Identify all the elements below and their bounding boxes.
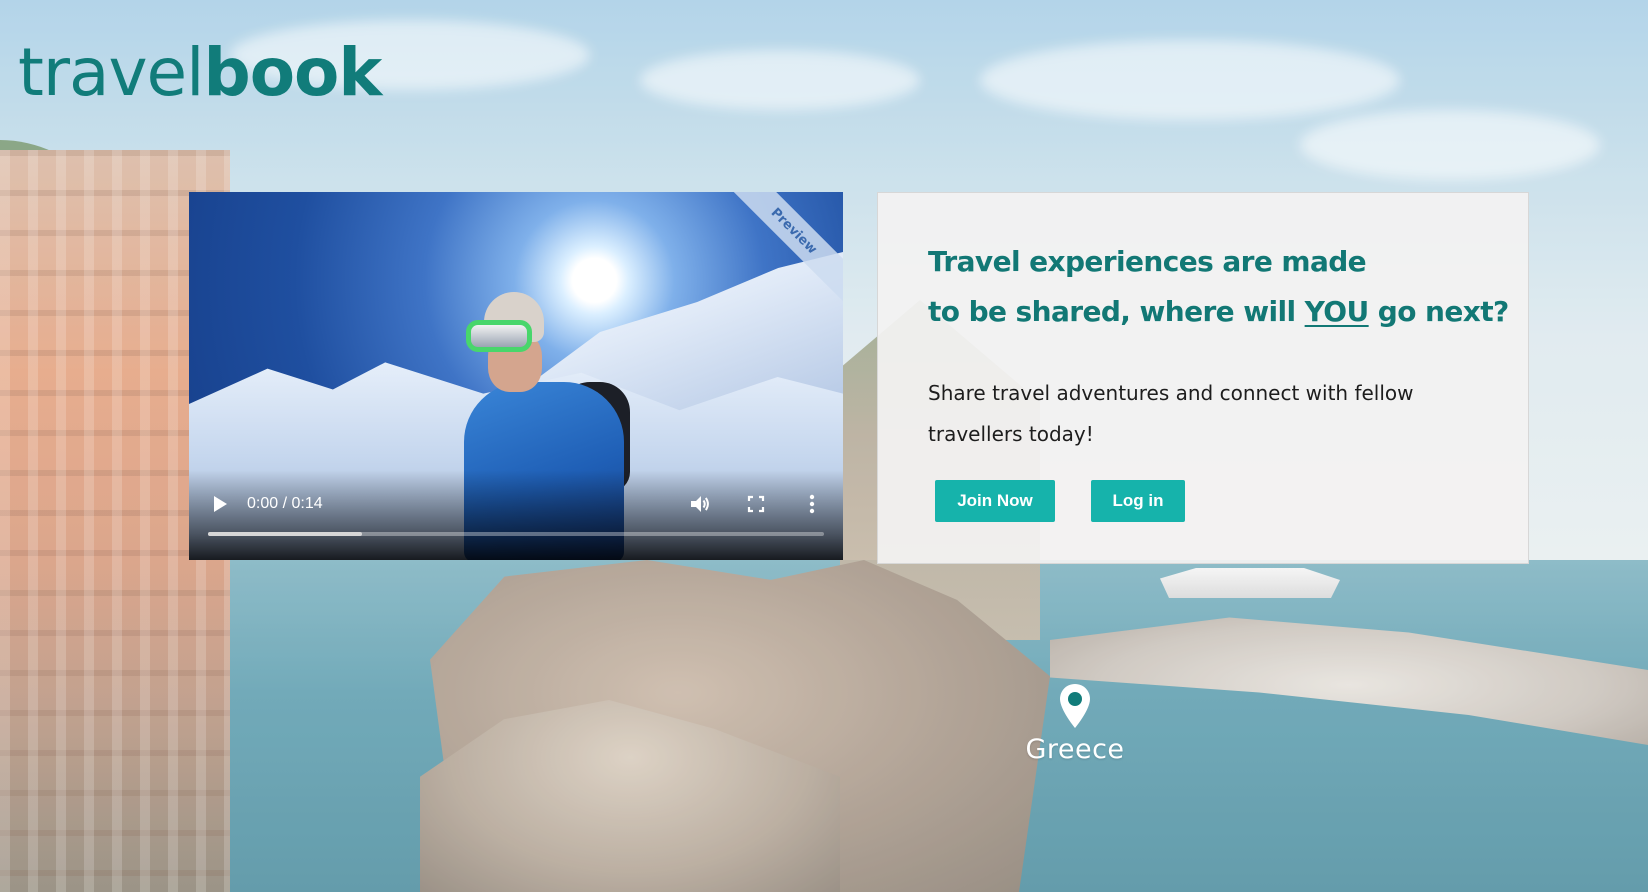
fullscreen-icon[interactable] [743,491,769,517]
headline-emphasis: YOU [1304,295,1370,328]
video-player[interactable]: Preview 0:00 / 0:14 [189,192,843,560]
video-time: 0:00 / 0:14 [247,495,323,512]
play-icon[interactable] [207,491,233,517]
video-progress-bar[interactable] [208,532,824,536]
volume-icon[interactable] [687,491,713,517]
headline-line-1: Travel experiences are made [928,245,1367,278]
join-now-button[interactable]: Join Now [935,480,1055,522]
logo-bold: book [203,34,382,111]
goggles [466,320,532,352]
logo-light: travel [18,34,204,111]
hero-panel: Travel experiences are made to be shared… [877,192,1529,564]
logo[interactable]: travelbook [18,40,382,106]
headline: Travel experiences are made to be shared… [928,237,1509,337]
video-controls: 0:00 / 0:14 [189,484,843,524]
log-in-button[interactable]: Log in [1091,480,1185,522]
video-progress-fill [208,532,362,536]
tagline: Share travel adventures and connect with… [928,381,1414,446]
map-pin-icon [1058,682,1092,730]
location-label: Greece [1025,734,1125,765]
more-options-icon[interactable] [799,491,825,517]
headline-line-2: to be shared, where will YOU go next? [928,295,1509,328]
